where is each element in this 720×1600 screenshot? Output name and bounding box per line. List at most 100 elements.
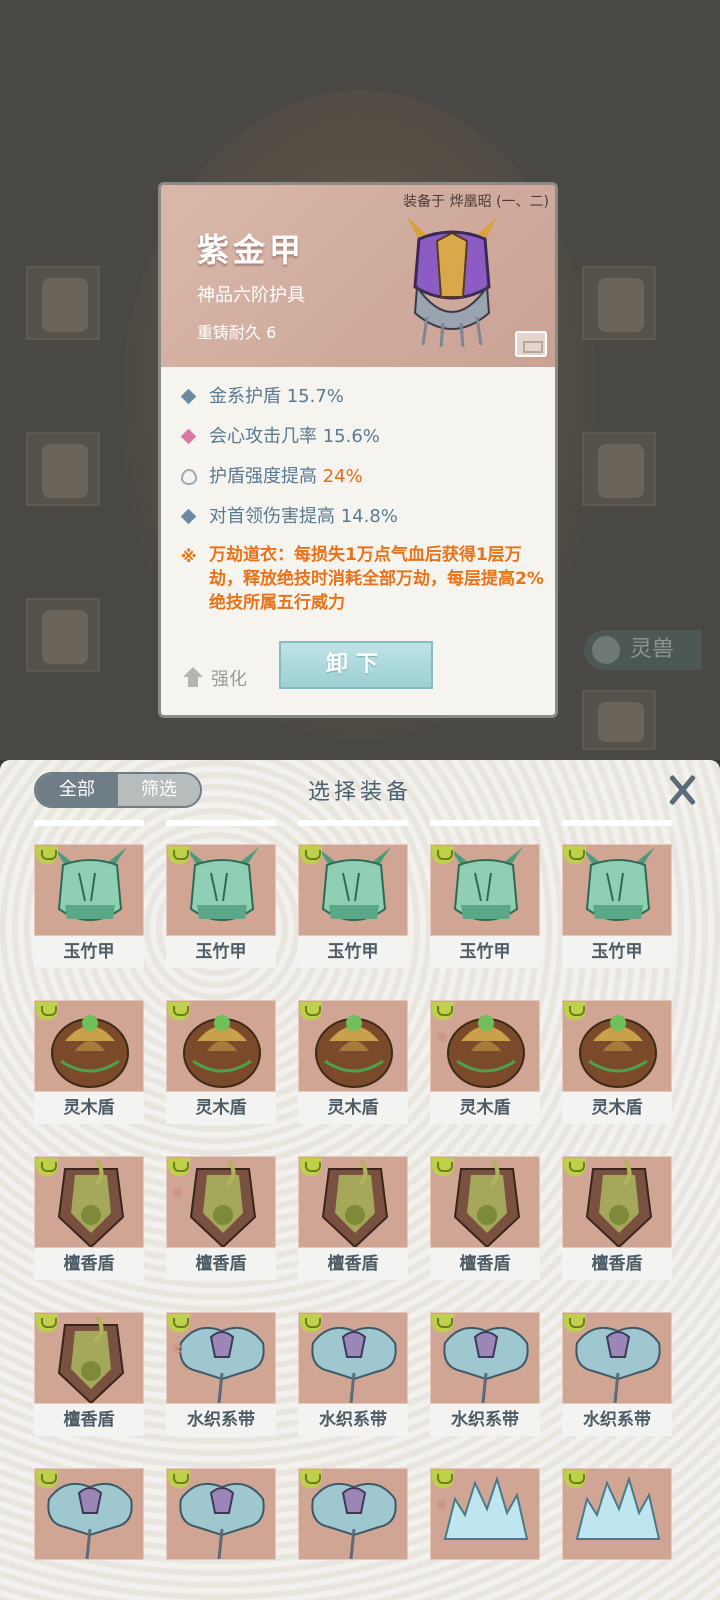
item-label: 灵木盾	[430, 1092, 540, 1124]
item-label: 灵木盾	[298, 1092, 408, 1124]
element-badge-icon	[564, 1470, 586, 1488]
equipment-item[interactable]: 灵木盾	[298, 1000, 408, 1124]
equipment-item[interactable]: 玉竹甲	[34, 844, 144, 968]
equipped-on-label: 装备于 烨凰昭 (一、二)	[403, 194, 549, 210]
item-label: 水织系带	[298, 1404, 408, 1436]
element-badge-icon	[300, 1470, 322, 1488]
item-label: 玉竹甲	[430, 936, 540, 968]
stat-row: 会心攻击几率 15.6%	[180, 417, 551, 457]
armor-icon	[407, 217, 497, 347]
equipment-item[interactable]: 檀香盾	[298, 1156, 408, 1280]
item-label: 水织系带	[430, 1404, 540, 1436]
equipment-item[interactable]: 檀香盾	[430, 1156, 540, 1280]
element-badge-icon	[432, 1158, 454, 1176]
element-badge-icon	[300, 1158, 322, 1176]
item-label: 玉竹甲	[562, 936, 672, 968]
element-badge-icon	[168, 1158, 190, 1176]
item-durability: 重铸耐久 6	[197, 323, 277, 342]
linked-mark-icon: ※	[436, 1498, 448, 1514]
item-label: 檀香盾	[430, 1248, 540, 1280]
special-effect: ※ 万劫道衣：每损失1万点气血后获得1层万劫，释放绝技时消耗全部万劫，每层提高2…	[181, 543, 551, 615]
equipment-item[interactable]: 玉竹甲	[298, 844, 408, 968]
element-badge-icon	[300, 1002, 322, 1020]
equipment-item[interactable]: 檀香盾	[562, 1156, 672, 1280]
equip-slot-pet[interactable]	[582, 690, 656, 750]
item-label: 檀香盾	[166, 1248, 276, 1280]
stat-row: 对首领伤害提高 14.8%	[180, 497, 551, 537]
lock-button[interactable]	[515, 331, 547, 357]
item-label: 灵木盾	[166, 1092, 276, 1124]
equip-slot-armor[interactable]	[26, 432, 100, 506]
equipment-item[interactable]	[166, 1468, 276, 1592]
upgrade-label: 强化	[211, 669, 247, 690]
element-badge-icon	[432, 846, 454, 864]
item-label: 檀香盾	[34, 1404, 144, 1436]
equipment-item[interactable]: 玉竹甲	[166, 844, 276, 968]
stat-list: 金系护盾 15.7% 会心攻击几率 15.6% 护盾强度提高 24% 对首领伤害…	[180, 377, 551, 615]
equipment-item[interactable]: ※ 灵木盾	[430, 1000, 540, 1124]
upgrade-button[interactable]: 强化	[183, 665, 247, 691]
equipment-item[interactable]	[298, 1468, 408, 1592]
element-badge-icon	[300, 1314, 322, 1332]
item-name: 紫金甲	[197, 231, 306, 269]
item-label: 灵木盾	[34, 1092, 144, 1124]
linked-mark-icon: ※	[172, 1342, 184, 1358]
linked-mark-icon: ※	[436, 1030, 448, 1046]
stat-row: 金系护盾 15.7%	[180, 377, 551, 417]
element-badge-icon	[168, 846, 190, 864]
equip-slot-weapon[interactable]	[26, 266, 100, 340]
unequip-button[interactable]: 卸下	[279, 641, 433, 689]
stat-highlight: 24%	[322, 466, 363, 487]
element-badge-icon	[168, 1002, 190, 1020]
item-label: 玉竹甲	[298, 936, 408, 968]
equipment-item[interactable]: 水织系带	[562, 1312, 672, 1436]
diamond-icon	[180, 428, 197, 445]
equipment-item[interactable]	[34, 1468, 144, 1592]
stat-row: 护盾强度提高 24%	[181, 457, 551, 497]
equip-slot-robe[interactable]	[582, 266, 656, 340]
equipment-item[interactable]: 水织系带	[298, 1312, 408, 1436]
item-label: 玉竹甲	[34, 936, 144, 968]
equipment-item[interactable]: 檀香盾	[34, 1312, 144, 1436]
up-arrow-icon	[183, 667, 203, 687]
linked-mark-icon: ※	[172, 1186, 184, 1202]
equipment-item[interactable]: 玉竹甲	[562, 844, 672, 968]
equipment-item[interactable]: 灵木盾	[562, 1000, 672, 1124]
stat-text: 会心攻击几率 15.6%	[209, 426, 380, 447]
equipment-item[interactable]: ※	[430, 1468, 540, 1592]
equipment-select-panel: 全部 筛选 选择装备 玉竹甲 玉竹甲 玉竹甲 玉竹甲 玉竹甲 灵木盾 灵木盾 灵木盾 ※ 灵木盾灵…	[0, 760, 720, 1600]
equip-slot-boots[interactable]	[26, 598, 100, 672]
equipment-item[interactable]: 玉竹甲	[430, 844, 540, 968]
element-badge-icon	[564, 846, 586, 864]
equipment-item[interactable]: ※ 檀香盾	[166, 1156, 276, 1280]
equipment-item[interactable]: 灵木盾	[34, 1000, 144, 1124]
close-icon[interactable]	[662, 770, 702, 810]
item-label: 水织系带	[562, 1404, 672, 1436]
element-badge-icon	[36, 1470, 58, 1488]
special-effect-text: 万劫道衣：每损失1万点气血后获得1层万劫，释放绝技时消耗全部万劫，每层提高2%绝…	[209, 545, 544, 613]
element-badge-icon	[564, 1158, 586, 1176]
element-badge-icon	[432, 1002, 454, 1020]
element-badge-icon	[564, 1002, 586, 1020]
element-badge-icon	[168, 1470, 190, 1488]
equipment-item[interactable]: ※ 水织系带	[166, 1312, 276, 1436]
stat-text: 对首领伤害提高 14.8%	[209, 506, 398, 527]
diamond-icon	[180, 388, 197, 405]
flame-icon	[181, 469, 197, 485]
equipment-item[interactable]: 水织系带	[430, 1312, 540, 1436]
equipment-item[interactable]	[562, 1468, 672, 1592]
item-label: 灵木盾	[562, 1092, 672, 1124]
element-badge-icon	[36, 1158, 58, 1176]
diamond-icon	[180, 508, 197, 525]
element-badge-icon	[432, 1314, 454, 1332]
element-badge-icon	[432, 1470, 454, 1488]
spirit-beast-button[interactable]: 灵兽	[584, 630, 702, 670]
stat-text: 金系护盾 15.7%	[209, 386, 344, 407]
item-header: 装备于 烨凰昭 (一、二) 紫金甲 神品六阶护具 重铸耐久 6	[161, 185, 555, 367]
equip-slot-belt[interactable]	[582, 432, 656, 506]
equipment-item[interactable]: 灵木盾	[166, 1000, 276, 1124]
item-label: 檀香盾	[562, 1248, 672, 1280]
equipment-item[interactable]: 檀香盾	[34, 1156, 144, 1280]
element-badge-icon	[564, 1314, 586, 1332]
element-badge-icon	[36, 1002, 58, 1020]
